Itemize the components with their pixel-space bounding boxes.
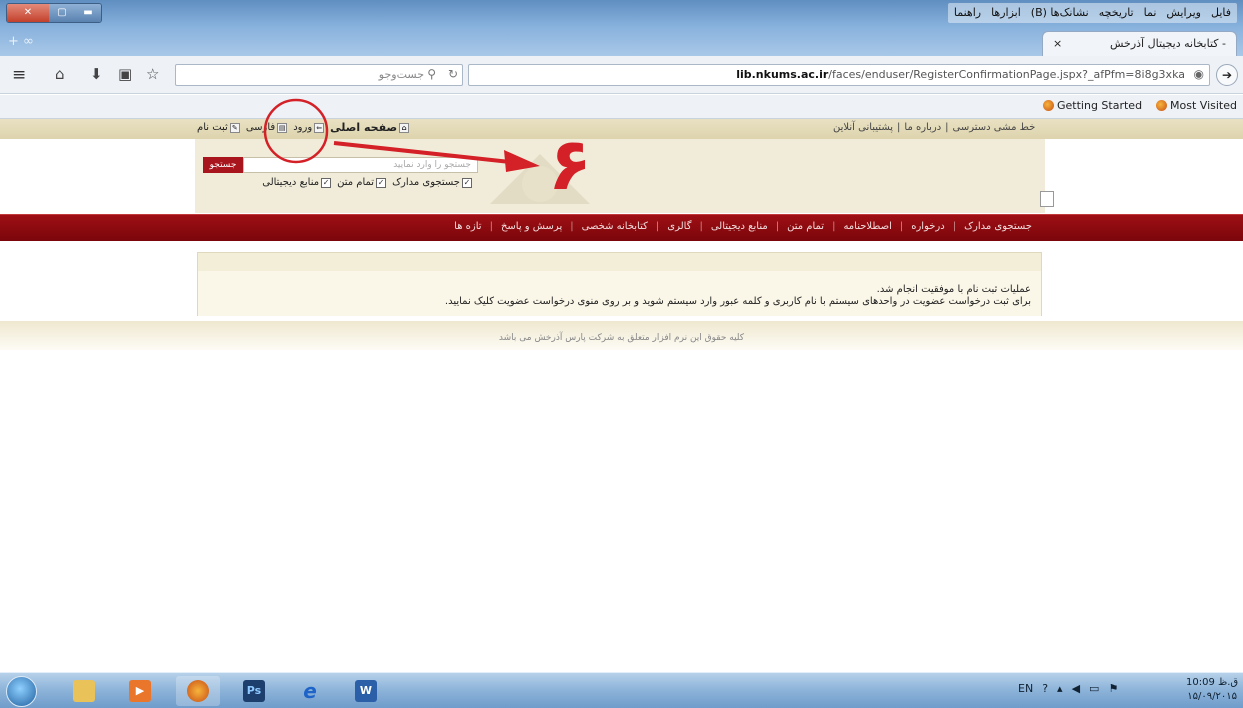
- taskbar-media[interactable]: ▶: [118, 676, 162, 706]
- clock-time: 10:09 ق.ظ: [1186, 677, 1239, 688]
- help-icon[interactable]: ?: [1042, 682, 1048, 695]
- language-indicator[interactable]: EN: [1018, 682, 1033, 695]
- taskbar-word[interactable]: W: [344, 676, 388, 706]
- action-center-icon[interactable]: ⚑: [1108, 682, 1118, 695]
- network-icon[interactable]: ▭: [1089, 682, 1099, 695]
- annotation-arrowhead: [504, 150, 540, 172]
- windows-taskbar: ▶ Ps e W EN ? ▴ ◀ ▭ ⚑ 10:09 ق.ظ ۱۵/۰۹/۲۰…: [0, 672, 1243, 708]
- annotation-number: ۶: [548, 122, 592, 206]
- annotation-circle: [263, 98, 329, 164]
- firefox-icon: [187, 680, 209, 702]
- start-button[interactable]: [6, 676, 37, 707]
- folder-icon: [73, 680, 95, 702]
- volume-icon[interactable]: ◀: [1072, 682, 1080, 695]
- media-player-icon: ▶: [129, 680, 151, 702]
- annotation-arrow: [333, 141, 511, 164]
- word-icon: W: [355, 680, 377, 702]
- system-tray: EN ? ▴ ◀ ▭ ⚑: [1018, 682, 1118, 695]
- annotation-overlay: [263, 98, 540, 172]
- taskbar-firefox[interactable]: [176, 676, 220, 706]
- taskbar-photoshop[interactable]: Ps: [232, 676, 276, 706]
- taskbar-ie[interactable]: e: [288, 676, 332, 706]
- show-hidden-icons[interactable]: ▴: [1057, 682, 1063, 695]
- photoshop-icon: Ps: [243, 680, 265, 702]
- internet-explorer-icon: e: [303, 679, 317, 703]
- taskbar-explorer[interactable]: [62, 676, 106, 706]
- clock-date: ۱۵/۰۹/۲۰۱۵: [1187, 691, 1237, 702]
- clock[interactable]: 10:09 ق.ظ ۱۵/۰۹/۲۰۱۵: [1186, 676, 1238, 704]
